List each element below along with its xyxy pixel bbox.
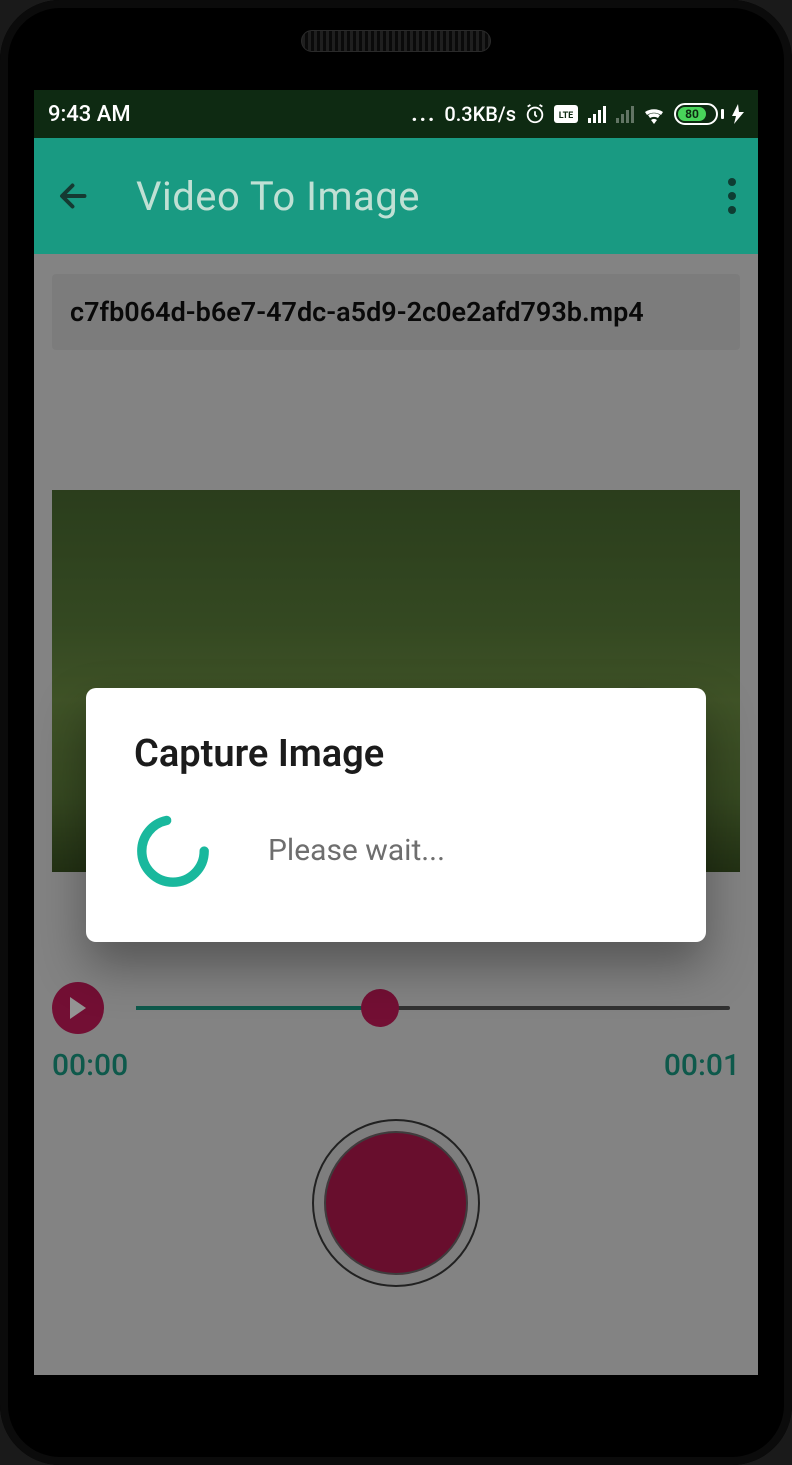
app-bar: Video To Image	[34, 138, 758, 254]
progress-dialog: Capture Image Please wait...	[86, 688, 706, 942]
svg-text:LTE: LTE	[559, 111, 574, 121]
screen: 9:43 AM ... 0.3KB/s LTE 80	[34, 90, 758, 1375]
back-icon[interactable]	[56, 178, 92, 214]
wifi-icon	[642, 104, 666, 124]
status-right: ... 0.3KB/s LTE 80	[411, 102, 744, 127]
dialog-message: Please wait...	[268, 833, 445, 868]
app-title: Video To Image	[136, 173, 684, 220]
screen-wrapper: 9:43 AM ... 0.3KB/s LTE 80	[34, 70, 758, 1395]
phone-frame: 9:43 AM ... 0.3KB/s LTE 80	[0, 0, 792, 1465]
signal-1-icon	[586, 105, 606, 123]
status-network-speed: 0.3KB/s	[444, 102, 516, 126]
signal-2-icon	[614, 105, 634, 123]
status-time: 9:43 AM	[48, 102, 131, 127]
spinner-icon	[134, 812, 212, 890]
dialog-title: Capture Image	[134, 732, 658, 776]
overflow-menu-button[interactable]	[728, 178, 736, 214]
content-area: c7fb064d-b6e7-47dc-a5d9-2c0e2afd793b.mp4	[34, 254, 758, 1375]
modal-scrim: Capture Image Please wait...	[34, 254, 758, 1375]
charging-icon	[732, 104, 744, 124]
volte-icon: LTE	[554, 105, 578, 123]
battery-level: 80	[678, 107, 706, 121]
alarm-icon	[524, 103, 546, 125]
status-bar: 9:43 AM ... 0.3KB/s LTE 80	[34, 90, 758, 138]
phone-speaker	[301, 30, 491, 52]
battery-indicator: 80	[674, 103, 724, 125]
status-dots: ...	[411, 102, 436, 127]
